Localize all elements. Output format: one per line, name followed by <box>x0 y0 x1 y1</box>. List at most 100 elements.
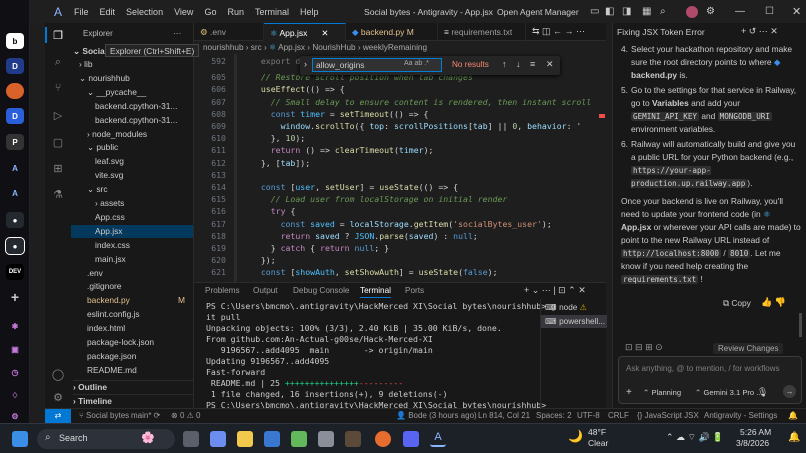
notification-bell-icon[interactable]: 🔔 <box>788 432 800 443</box>
chat-scrollbar[interactable] <box>799 313 802 337</box>
model-dropdown[interactable]: ⌃ Gemini 3.1 Pro ... <box>695 388 763 397</box>
minecraft-icon[interactable] <box>345 431 361 447</box>
language-mode[interactable]: {} JavaScript JSX <box>637 411 699 420</box>
firefox-icon[interactable] <box>375 431 391 447</box>
menu-help[interactable]: Help <box>300 7 319 17</box>
encoding[interactable]: UTF-8 <box>577 411 600 420</box>
tree-item[interactable]: › assets <box>71 197 193 210</box>
tab-output[interactable]: Output <box>253 286 278 295</box>
timeline-section[interactable]: › Timeline <box>73 394 194 407</box>
code-line[interactable]: }); <box>251 255 276 265</box>
tray-icons[interactable]: ⌃ ☁ ⌔ 🔊 🔋 <box>666 432 723 443</box>
settings-gear-icon[interactable]: ⚙ <box>706 6 715 17</box>
outline-section[interactable]: › Outline <box>73 380 194 393</box>
tab-backend-py[interactable]: ◆ backend.py M <box>346 23 438 41</box>
tree-item[interactable]: main.jsx <box>71 253 193 266</box>
app-icon-p[interactable]: P <box>6 134 24 150</box>
settings-status[interactable]: Antigravity - Settings <box>704 411 777 420</box>
accounts-icon[interactable]: ◯ <box>51 367 65 381</box>
crumb-component[interactable]: NourishHub <box>312 43 355 52</box>
tab-ports[interactable]: Ports <box>405 286 424 295</box>
mode-dropdown[interactable]: ⌃ Planning <box>643 388 681 397</box>
code-line[interactable]: }, [tab]); <box>251 158 310 168</box>
tree-item[interactable]: index.html <box>71 322 193 335</box>
code-line[interactable]: useEffect(() => { <box>251 84 345 94</box>
tree-item[interactable]: ⌄ nourishhub <box>71 72 193 85</box>
tab-env[interactable]: ⚙ .env <box>194 23 264 41</box>
tree-item[interactable]: ⌄ src <box>71 183 193 196</box>
code-line[interactable]: // Small delay to ensure content is rend… <box>251 97 591 107</box>
weather-desc[interactable]: Clear <box>588 438 608 448</box>
bell-icon[interactable]: ♢ <box>6 387 24 403</box>
menu-go[interactable]: Go <box>204 7 216 17</box>
add-context-icon[interactable]: + <box>626 387 632 398</box>
remote-explorer-icon[interactable]: ▢ <box>51 135 65 149</box>
crumb-file[interactable]: App.jsx <box>278 43 305 52</box>
close-window-icon[interactable]: ✕ <box>792 5 801 18</box>
code-line[interactable]: window.scrollTo({ top: scrollPositions[t… <box>251 121 582 131</box>
code-line[interactable]: } catch { return null; } <box>251 243 389 253</box>
send-icon[interactable]: → <box>783 385 796 398</box>
shield-icon[interactable]: ▣ <box>6 341 24 357</box>
menu-terminal[interactable]: Terminal <box>255 7 289 17</box>
menu-edit[interactable]: Edit <box>100 7 116 17</box>
tree-item[interactable]: App.jsx <box>71 224 193 238</box>
code-line[interactable]: try { <box>251 206 296 216</box>
tree-item[interactable]: package-lock.json <box>71 336 193 349</box>
manage-icon[interactable]: ⚙ <box>51 390 65 404</box>
copy-button[interactable]: ⧉ Copy <box>723 298 751 309</box>
task-view-icon[interactable] <box>183 431 199 447</box>
toggle-replace-icon[interactable]: › <box>304 59 307 69</box>
source-control-icon[interactable]: ⑂ <box>51 81 65 95</box>
search-icon[interactable]: ⌕ <box>660 6 666 17</box>
sparkle-icon[interactable]: ✱ <box>6 318 24 334</box>
terminal-session-powershell[interactable]: ⌨ powershell... <box>541 315 607 328</box>
crumb-symbol[interactable]: weeklyRemaining <box>363 43 427 52</box>
tree-item[interactable]: › node_modules <box>71 128 193 141</box>
tab-terminal[interactable]: Terminal <box>360 286 391 298</box>
find-selection-icon[interactable]: ≡ <box>530 59 535 69</box>
copilot-icon[interactable] <box>210 431 226 447</box>
customize-layout-icon[interactable]: ▦ <box>642 6 651 17</box>
crumb-src[interactable]: src <box>251 43 262 52</box>
github-active-icon[interactable]: ● <box>5 237 25 255</box>
tree-item[interactable]: package.json <box>71 350 193 363</box>
chat-tools-icons[interactable]: ⊡ ⊟ ⊞ ⊙ <box>625 342 663 353</box>
code-line[interactable]: const timer = setTimeout(() => { <box>251 109 429 119</box>
code-line[interactable]: return saved ? JSON.parse(saved) : null; <box>251 231 478 241</box>
steam-icon[interactable] <box>318 431 334 447</box>
chat-actions-icon[interactable]: + ↺ ⋯ ✕ <box>741 26 778 37</box>
tree-item[interactable]: ⌄ __pycache__ <box>71 86 193 99</box>
tree-item[interactable]: › lib <box>71 58 193 71</box>
chat-input[interactable]: Ask anything, @ to mention, / for workfl… <box>626 364 780 373</box>
github-icon[interactable]: ● <box>6 212 24 228</box>
tree-item[interactable]: .gitignore <box>71 280 193 293</box>
split-editor-icon[interactable]: ⇆ ◫ ← → ⋯ <box>532 26 585 37</box>
tree-item[interactable]: backend.cpython-31... <box>71 100 193 113</box>
dev-icon[interactable]: DEV <box>6 264 24 280</box>
review-changes-button[interactable]: Review Changes <box>713 343 784 354</box>
close-tab-icon[interactable]: ✕ <box>321 28 328 38</box>
layout-sidebar-icon[interactable]: ◧ <box>605 6 614 17</box>
app-icon-d[interactable]: D <box>6 58 24 74</box>
antigravity-taskbar-icon[interactable]: A <box>430 431 446 447</box>
add-icon[interactable]: + <box>6 289 24 305</box>
notifications-icon[interactable]: 🔔 <box>788 411 798 420</box>
code-line[interactable]: const [user, setUser] = useState(() => { <box>251 182 458 192</box>
antigravity-icon[interactable]: A <box>6 160 24 176</box>
app-icon-d2[interactable]: D <box>6 108 24 124</box>
tab-requirements[interactable]: ≡ requirements.txt <box>438 23 526 41</box>
file-explorer-icon[interactable] <box>237 431 253 447</box>
mic-icon[interactable]: 🎙 <box>757 387 768 398</box>
tree-item[interactable]: eslint.config.js <box>71 308 193 321</box>
settings-icon[interactable]: ⚙ <box>6 408 24 424</box>
code-line[interactable]: // Load user from localStorage on initia… <box>251 194 508 204</box>
extensions-icon[interactable]: ⊞ <box>51 161 65 175</box>
terminal-session-node[interactable]: ⌨ node ⚠ <box>545 302 587 312</box>
account-avatar[interactable] <box>686 6 698 18</box>
run-debug-icon[interactable]: ▷ <box>51 108 65 122</box>
tree-item[interactable]: ⌄ public <box>71 141 193 154</box>
indentation[interactable]: Spaces: 2 <box>536 411 572 420</box>
clock-date[interactable]: 3/8/2026 <box>736 438 769 448</box>
tree-item[interactable]: README.md <box>71 364 193 377</box>
